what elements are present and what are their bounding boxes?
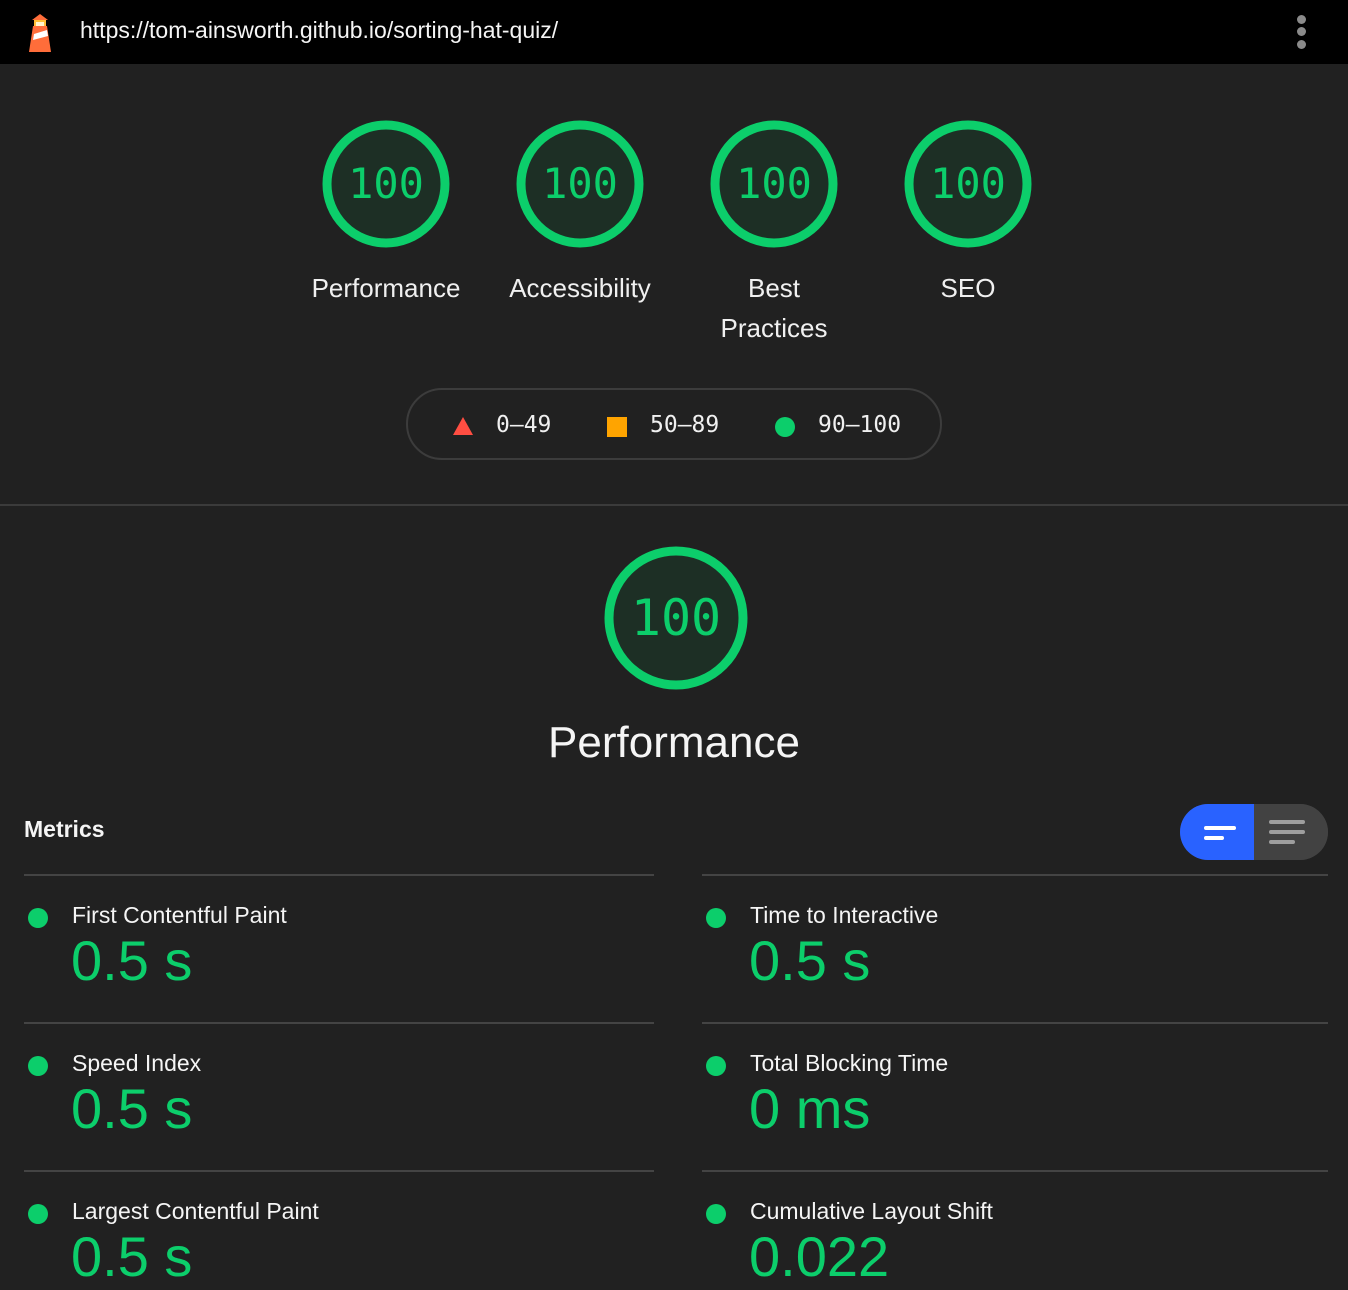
metric-label: Time to Interactive: [750, 902, 939, 928]
pass-dot-icon: [28, 908, 48, 928]
list-lines-icon-bar: [1269, 830, 1305, 834]
legend-fail: 0–49: [496, 412, 552, 438]
metric-label: Speed Index: [72, 1050, 202, 1076]
gauge-performance[interactable]: 100: [320, 118, 452, 250]
gauge-score: 100: [348, 159, 424, 208]
performance-score: 100: [631, 589, 721, 647]
short-lines-icon: [1204, 826, 1236, 830]
gauge-label-text: Performance: [311, 273, 461, 303]
metric-value: 0.5 s: [71, 929, 193, 992]
metric-cumulative-layout-shift: Cumulative Layout Shift 0.022: [702, 1198, 1328, 1290]
metric-divider: [702, 874, 1328, 876]
metric-value: 0.5 s: [71, 1077, 193, 1140]
metric-label: Total Blocking Time: [750, 1050, 949, 1076]
performance-gauge-large: 100: [602, 544, 750, 692]
legend-pass: 90–100: [818, 412, 902, 438]
metric-total-blocking-time: Total Blocking Time 0 ms: [702, 1050, 1328, 1150]
metric-divider: [702, 1022, 1328, 1024]
metric-largest-contentful-paint: Largest Contentful Paint 0.5 s: [24, 1198, 654, 1290]
metric-value: 0 ms: [749, 1077, 871, 1140]
gauge-accessibility[interactable]: 100: [514, 118, 646, 250]
metric-divider: [24, 1170, 654, 1172]
short-lines-icon-bar: [1204, 836, 1224, 840]
gauge-label-text: Best: [747, 273, 801, 303]
list-lines-icon: [1269, 820, 1305, 824]
gauge-label-text-line2: Practices: [720, 313, 828, 343]
metric-divider: [24, 1022, 654, 1024]
performance-title: Performance: [548, 718, 800, 767]
metric-label: First Contentful Paint: [72, 902, 287, 928]
pass-dot-icon: [706, 1056, 726, 1076]
metric-label: Largest Contentful Paint: [72, 1198, 319, 1224]
compact-view-button[interactable]: [1180, 804, 1254, 860]
metric-value: 0.5 s: [749, 929, 871, 992]
triangle-icon: [453, 417, 473, 435]
pass-dot-icon: [706, 1204, 726, 1224]
square-icon: [607, 417, 627, 437]
metrics-view-toggle: [1180, 804, 1328, 860]
gauge-score: 100: [736, 159, 812, 208]
gauge-best-practices[interactable]: 100: [708, 118, 840, 250]
section-divider: [0, 504, 1348, 506]
metric-divider: [702, 1170, 1328, 1172]
list-lines-icon-bar: [1269, 840, 1295, 844]
gauge-label-best-practices: Best Practices: [674, 268, 874, 348]
pass-dot-icon: [706, 908, 726, 928]
metric-first-contentful-paint: First Contentful Paint 0.5 s: [24, 902, 654, 1002]
lighthouse-icon: [24, 12, 56, 52]
metric-value: 0.022: [749, 1225, 890, 1288]
score-legend: 0–49 50–89 90–100: [406, 388, 942, 460]
gauge-score: 100: [930, 159, 1006, 208]
expanded-view-button[interactable]: [1254, 804, 1328, 860]
gauge-seo[interactable]: 100: [902, 118, 1034, 250]
metric-speed-index: Speed Index 0.5 s: [24, 1050, 654, 1150]
metrics-heading: Metrics: [24, 816, 105, 842]
gauge-label-seo: SEO: [868, 268, 1068, 308]
gauge-score: 100: [542, 159, 618, 208]
gauge-label-text: SEO: [940, 273, 996, 303]
top-bar: https://tom-ainsworth.github.io/sorting-…: [0, 0, 1348, 64]
gauge-label-text: Accessibility: [509, 273, 651, 303]
kebab-menu-icon[interactable]: [1290, 14, 1314, 50]
page-url: https://tom-ainsworth.github.io/sorting-…: [80, 17, 559, 43]
gauge-label-accessibility: Accessibility: [480, 268, 680, 308]
metric-divider: [24, 874, 654, 876]
circle-icon: [775, 417, 795, 437]
pass-dot-icon: [28, 1056, 48, 1076]
gauge-label-performance: Performance: [286, 268, 486, 308]
metric-time-to-interactive: Time to Interactive 0.5 s: [702, 902, 1328, 1002]
metric-value: 0.5 s: [71, 1225, 193, 1288]
metric-label: Cumulative Layout Shift: [750, 1198, 993, 1224]
legend-average: 50–89: [650, 412, 720, 438]
pass-dot-icon: [28, 1204, 48, 1224]
